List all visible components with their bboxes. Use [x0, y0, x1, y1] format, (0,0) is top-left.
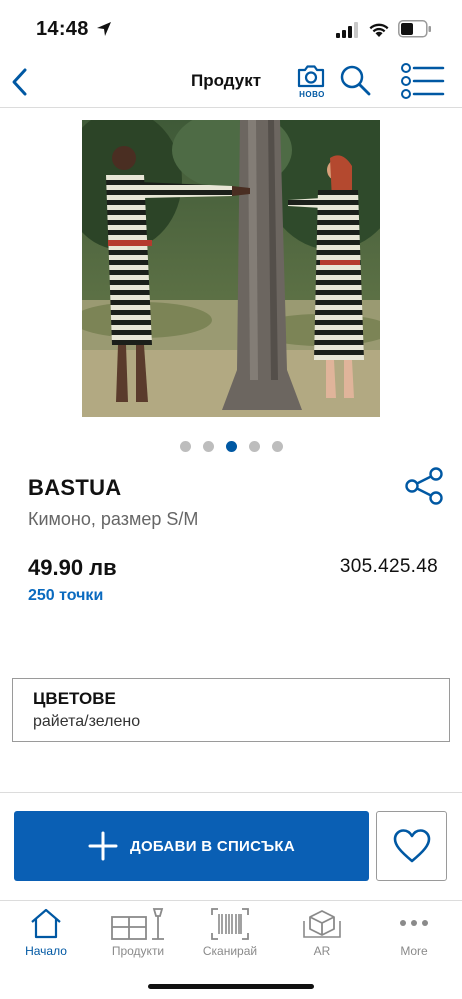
more-icon — [400, 920, 428, 926]
tab-more-label: More — [400, 944, 428, 958]
carousel-dot[interactable] — [272, 441, 283, 452]
back-icon[interactable] — [8, 66, 32, 98]
wifi-icon — [369, 23, 389, 37]
camera-search-button[interactable]: НОВО — [296, 64, 326, 100]
camera-icon — [297, 65, 325, 88]
divider — [0, 792, 462, 793]
color-value: райета/зелено — [33, 713, 141, 730]
tab-more[interactable]: More — [368, 901, 460, 965]
product-image[interactable] — [82, 120, 380, 417]
app-header: Продукт НОВО — [0, 56, 462, 108]
share-icon[interactable] — [404, 467, 444, 505]
carousel-dot[interactable] — [180, 441, 191, 452]
product-photo — [82, 120, 380, 417]
products-icon — [111, 908, 164, 940]
signal-icon — [336, 22, 358, 38]
tab-products[interactable]: Продукти — [92, 901, 184, 965]
tab-home-label: Начало — [25, 944, 67, 958]
tab-bar: Начало Продукти Сканирай AR More — [0, 900, 462, 999]
ar-icon — [303, 910, 341, 938]
home-indicator — [148, 984, 314, 989]
status-bar: 14:48 — [0, 0, 462, 56]
tab-scan-label: Сканирай — [202, 944, 258, 958]
plus-icon — [88, 831, 118, 861]
search-icon[interactable] — [339, 64, 371, 96]
menu-icon[interactable] — [399, 62, 445, 100]
location-arrow-icon — [97, 22, 111, 36]
tab-ar-label: AR — [313, 944, 331, 958]
product-name: BASTUA — [28, 475, 122, 500]
product-description: Кимоно, размер S/M — [28, 509, 199, 529]
loyalty-points: 250 точки — [28, 587, 104, 604]
new-badge: НОВО — [299, 90, 325, 99]
color-section-title: ЦВЕТОВЕ — [33, 689, 116, 708]
heart-icon — [393, 829, 430, 863]
tab-scan[interactable]: Сканирай — [184, 901, 276, 965]
status-time: 14:48 — [36, 18, 89, 40]
product-price: 49.90 лв — [28, 555, 117, 580]
image-carousel-dots[interactable] — [180, 441, 283, 453]
tab-ar[interactable]: AR — [276, 901, 368, 965]
carousel-dot[interactable] — [249, 441, 260, 452]
article-number: 305.425.48 — [339, 556, 438, 577]
page-title: Продукт — [191, 71, 262, 90]
battery-icon — [398, 20, 431, 38]
carousel-dot[interactable] — [203, 441, 214, 452]
home-icon — [31, 908, 61, 939]
carousel-dot[interactable] — [226, 441, 237, 452]
tab-products-label: Продукти — [111, 944, 165, 958]
tab-home[interactable]: Начало — [0, 901, 92, 965]
add-to-list-button[interactable]: ДОБАВИ В СПИСЪКА — [14, 811, 369, 881]
color-selector[interactable]: ЦВЕТОВЕ райета/зелено — [12, 678, 450, 742]
add-to-list-label: ДОБАВИ В СПИСЪКА — [129, 837, 296, 855]
barcode-icon — [211, 908, 249, 940]
favorite-button[interactable] — [376, 811, 447, 881]
